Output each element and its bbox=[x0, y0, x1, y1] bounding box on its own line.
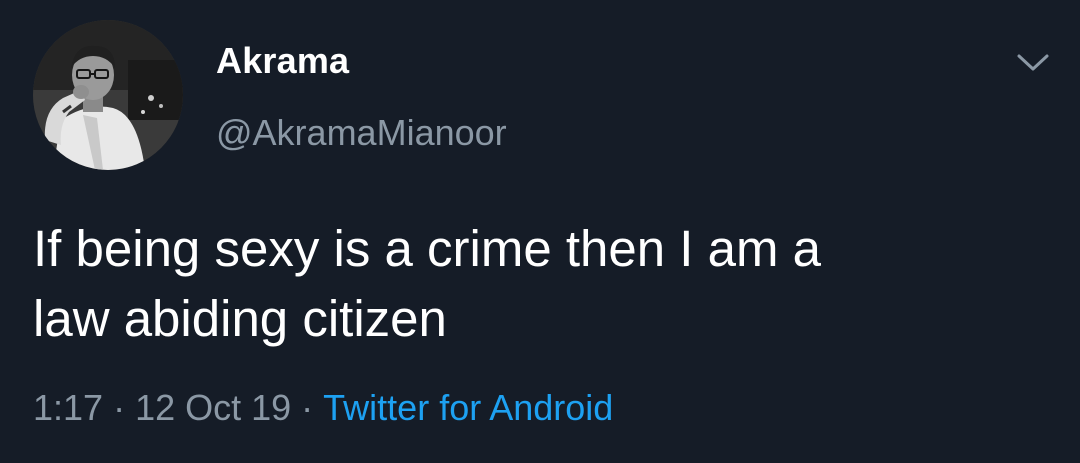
meta-separator: · bbox=[113, 387, 126, 428]
tweet-time: 1:17 bbox=[33, 387, 104, 428]
author-handle[interactable]: @AkramaMianoor bbox=[216, 112, 507, 154]
chevron-down-icon bbox=[1017, 54, 1049, 71]
tweet-source-link[interactable]: Twitter for Android bbox=[323, 387, 613, 428]
tweet-card: Akrama @AkramaMianoor If being sexy is a… bbox=[0, 0, 1080, 463]
profile-photo-icon bbox=[33, 20, 183, 170]
tweet-meta: 1:17 · 12 Oct 19 · Twitter for Android bbox=[33, 387, 613, 429]
tweet-text-line: If being sexy is a crime then I am a bbox=[33, 220, 822, 277]
tweet-text: If being sexy is a crime then I am a law… bbox=[33, 214, 1033, 354]
tweet-date: 12 Oct 19 bbox=[135, 387, 292, 428]
tweet-menu-button[interactable] bbox=[1013, 48, 1053, 76]
avatar[interactable] bbox=[33, 20, 183, 170]
author-display-name[interactable]: Akrama bbox=[216, 40, 349, 82]
tweet-text-line: law abiding citizen bbox=[33, 290, 447, 347]
meta-separator: · bbox=[301, 387, 314, 428]
